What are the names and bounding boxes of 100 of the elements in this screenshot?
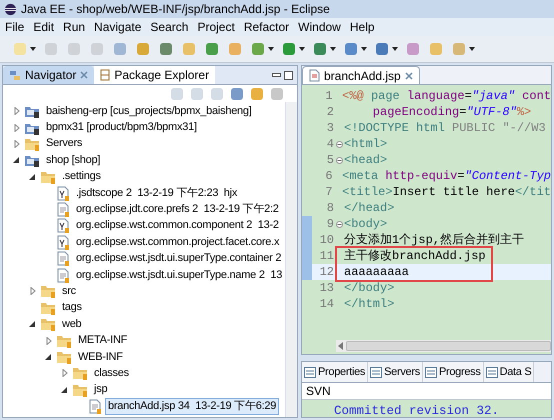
caret-icon[interactable] <box>30 47 36 51</box>
minimize-icon[interactable] <box>272 71 281 79</box>
expand-arrow-icon[interactable] <box>45 336 53 345</box>
menu-item[interactable]: Project <box>197 18 235 36</box>
collapse-arrow-icon[interactable] <box>45 353 53 362</box>
line-number: 12 <box>318 264 334 281</box>
close-icon[interactable] <box>404 72 413 80</box>
code-line: 主干修改branchAdd.jsp <box>344 248 486 265</box>
caret-icon[interactable] <box>469 47 475 51</box>
tree-item[interactable]: tags <box>59 299 85 316</box>
line-number: 8 <box>326 200 334 217</box>
code-line: 分支添加1个jsp,然后合并到主干 <box>344 232 524 248</box>
tree-item[interactable]: org.eclipse.jdt.core.prefs 2 13-2-19 下午2:2 <box>73 201 282 218</box>
line-number: 13 <box>318 280 334 297</box>
file-icon <box>56 268 70 283</box>
code-line: <%@ page language="java" cont <box>342 88 551 105</box>
console-title: SVN <box>305 383 332 399</box>
view-icon <box>304 366 316 378</box>
collapse-arrow-icon[interactable] <box>29 172 37 181</box>
code-line: <body> <box>344 216 388 233</box>
editor-tab[interactable]: branchAdd.jsp <box>302 66 420 84</box>
fold-icon[interactable] <box>336 140 342 148</box>
tree-item[interactable]: .settings <box>59 168 104 186</box>
code-line: <meta http-equiv="Content-Typ <box>342 168 551 185</box>
xml-file-icon <box>56 234 70 250</box>
code-line: <html> <box>344 136 388 153</box>
line-number: 9 <box>326 216 334 233</box>
code-line: pageEncoding="UTF-8"%> <box>372 104 532 121</box>
tree-item[interactable]: META-INF <box>75 332 130 350</box>
panel-tab[interactable]: Servers <box>368 362 423 382</box>
code-line: </body> <box>344 280 394 297</box>
scrollbar[interactable] <box>285 102 297 417</box>
file-icon <box>56 202 70 218</box>
tree-item[interactable]: org.eclipse.wst.jsdt.ui.superType.name 2 13 <box>73 266 285 284</box>
caret-icon[interactable] <box>392 47 398 51</box>
menu-item[interactable]: Help <box>350 18 375 36</box>
scroll-left-icon[interactable] <box>336 342 346 350</box>
code-line: </html> <box>344 296 394 313</box>
tree-item[interactable]: classes <box>91 364 132 382</box>
line-number: 4 <box>326 136 334 153</box>
panel-tab[interactable]: Properties <box>302 362 368 382</box>
tree-item[interactable]: org.eclipse.wst.common.project.facet.core.x <box>73 234 282 251</box>
tree-item[interactable]: web <box>59 316 84 333</box>
tree-item[interactable]: shop [shop] <box>43 152 104 169</box>
xml-file-icon <box>56 218 70 234</box>
caret-icon[interactable] <box>299 47 305 51</box>
tree-item[interactable]: baisheng-erp [cus_projects/bpmx_baisheng] <box>43 102 255 120</box>
collapse-arrow-icon[interactable] <box>29 320 37 328</box>
view-icon <box>486 366 498 378</box>
collapse-arrow-icon[interactable] <box>61 386 69 394</box>
maximize-icon[interactable] <box>284 71 293 80</box>
fold-icon[interactable] <box>336 156 342 164</box>
expand-arrow-icon[interactable] <box>29 287 37 296</box>
expand-arrow-icon[interactable] <box>13 140 21 148</box>
tree-item[interactable]: WEB-INF <box>75 348 126 366</box>
line-number: 11 <box>318 248 334 265</box>
line-number: 7 <box>324 184 333 201</box>
menu-item[interactable]: Edit <box>33 18 54 36</box>
menu-item[interactable]: Navigate <box>94 18 142 36</box>
caret-icon[interactable] <box>268 47 274 51</box>
panel-tab[interactable]: Navigator <box>3 66 94 84</box>
menu-item[interactable]: Window <box>298 18 341 36</box>
jsp-file-icon <box>309 69 320 82</box>
tree-item[interactable]: Servers <box>43 135 86 152</box>
project-icon <box>24 153 40 168</box>
panel-tab[interactable]: Package Explorer <box>94 66 216 84</box>
caret-icon[interactable] <box>361 47 367 51</box>
line-number: 14 <box>318 296 334 313</box>
caret-icon[interactable] <box>330 47 336 51</box>
code-line: <!DOCTYPE html PUBLIC "-//W3 <box>344 120 546 137</box>
code-line: aaaaaaaaa <box>344 264 409 281</box>
menu-item[interactable]: Run <box>63 18 86 36</box>
tree-item[interactable]: src <box>59 283 79 300</box>
panel-tab[interactable]: Progress <box>422 362 484 382</box>
menu-item[interactable]: File <box>5 18 24 36</box>
menu-item[interactable]: Search <box>150 18 188 36</box>
view-icon <box>424 366 437 378</box>
tree-item[interactable]: org.eclipse.wst.common.component 2 13-2 <box>73 217 282 234</box>
line-number: 3 <box>326 120 334 137</box>
tree-item[interactable]: jsp <box>91 381 110 398</box>
scrollbar-thumb[interactable] <box>346 341 551 351</box>
expand-arrow-icon[interactable] <box>13 107 21 116</box>
expand-arrow-icon[interactable] <box>61 369 69 378</box>
tree-item[interactable]: bpmx31 [product/bpm3/bpmx31] <box>43 119 200 136</box>
line-number: 2 <box>326 104 334 121</box>
fold-icon[interactable] <box>336 220 342 228</box>
close-icon[interactable] <box>80 71 88 79</box>
menu-item[interactable]: Refactor <box>244 18 290 36</box>
expand-arrow-icon[interactable] <box>13 124 21 132</box>
tree-item[interactable]: .jsdtscope 2 13-2-19 下午2:23 hjx <box>73 184 240 202</box>
eclipse-logo-icon <box>4 2 17 16</box>
code-line: </head> <box>344 200 394 217</box>
line-number: 6 <box>324 168 333 185</box>
collapse-arrow-icon[interactable] <box>13 156 21 164</box>
line-number: 1 <box>324 88 333 105</box>
navigator-icon <box>9 69 21 81</box>
panel-tab[interactable]: Data S <box>484 362 534 382</box>
tree-item[interactable]: org.eclipse.wst.jsdt.ui.superType.container 2 <box>73 250 284 268</box>
tree-item[interactable]: branchAdd.jsp 34 13-2-19 下午6:29 <box>105 398 280 415</box>
project-icon <box>24 104 40 118</box>
